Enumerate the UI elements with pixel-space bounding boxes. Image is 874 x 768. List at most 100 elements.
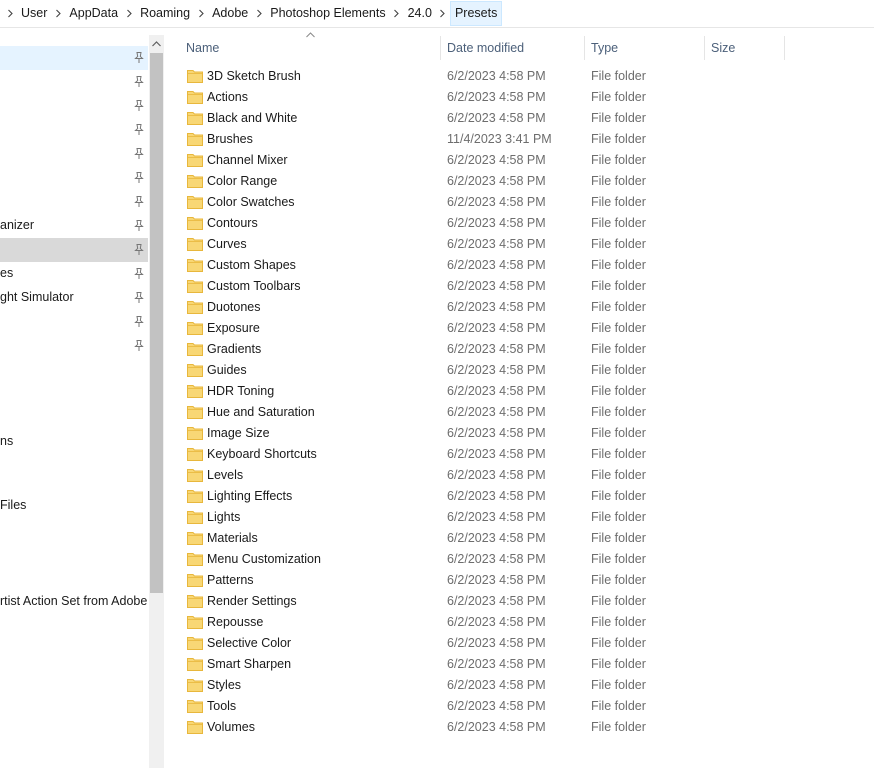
nav-item[interactable] bbox=[0, 166, 148, 190]
file-row[interactable]: 3D Sketch Brush 6/2/2023 4:58 PM File fold… bbox=[180, 66, 870, 87]
nav-item[interactable] bbox=[0, 70, 148, 94]
file-row[interactable]: Custom Toolbars 6/2/2023 4:58 PM File fold… bbox=[180, 276, 870, 297]
file-row[interactable]: Smart Sharpen 6/2/2023 4:58 PM File folder bbox=[180, 654, 870, 675]
column-header-name[interactable]: Name bbox=[180, 38, 436, 58]
folder-icon bbox=[187, 174, 203, 188]
file-row[interactable]: Lighting Effects 6/2/2023 4:58 PM File fol… bbox=[180, 486, 870, 507]
nav-item[interactable] bbox=[0, 238, 148, 262]
nav-item[interactable] bbox=[0, 190, 148, 214]
column-divider[interactable] bbox=[784, 36, 785, 60]
nav-item[interactable] bbox=[0, 406, 148, 430]
breadcrumb-item[interactable]: Presets bbox=[449, 1, 503, 26]
pin-icon[interactable] bbox=[133, 339, 145, 352]
column-header-size[interactable]: Size bbox=[705, 38, 781, 58]
file-row[interactable]: Hue and Saturation 6/2/2023 4:58 PM File f… bbox=[180, 402, 870, 423]
file-type: File folder bbox=[591, 216, 646, 230]
folder-icon bbox=[187, 342, 203, 356]
chevron-right-icon[interactable] bbox=[51, 0, 65, 27]
file-name: Materials bbox=[207, 531, 258, 545]
file-row[interactable]: Volumes 6/2/2023 4:58 PM File folder bbox=[180, 717, 870, 738]
file-row[interactable]: Channel Mixer 6/2/2023 4:58 PM File folder bbox=[180, 150, 870, 171]
pin-icon[interactable] bbox=[133, 75, 145, 88]
file-row[interactable]: Exposure 6/2/2023 4:58 PM File folder bbox=[180, 318, 870, 339]
nav-item[interactable] bbox=[0, 334, 148, 358]
nav-item[interactable] bbox=[0, 358, 148, 382]
navigation-pane: anizer es ght Simulator ns Files rtist Actio… bbox=[0, 28, 164, 768]
column-header-type[interactable]: Type bbox=[585, 38, 701, 58]
file-row[interactable]: Patterns 6/2/2023 4:58 PM File folder bbox=[180, 570, 870, 591]
file-row[interactable]: HDR Toning 6/2/2023 4:58 PM File folder bbox=[180, 381, 870, 402]
file-row[interactable]: Keyboard Shortcuts 6/2/2023 4:58 PM File f… bbox=[180, 444, 870, 465]
pin-icon[interactable] bbox=[133, 123, 145, 136]
file-row[interactable]: Selective Color 6/2/2023 4:58 PM File fold… bbox=[180, 633, 870, 654]
file-row[interactable]: Curves 6/2/2023 4:58 PM File folder bbox=[180, 234, 870, 255]
file-row[interactable]: Guides 6/2/2023 4:58 PM File folder bbox=[180, 360, 870, 381]
file-row[interactable]: Contours 6/2/2023 4:58 PM File folder bbox=[180, 213, 870, 234]
pin-icon[interactable] bbox=[133, 171, 145, 184]
file-type: File folder bbox=[591, 657, 646, 671]
nav-item-label: ght Simulator bbox=[0, 290, 74, 304]
chevron-right-icon[interactable] bbox=[390, 0, 404, 27]
nav-item[interactable]: es bbox=[0, 262, 148, 286]
nav-item[interactable]: anizer bbox=[0, 214, 148, 238]
file-row[interactable]: Black and White 6/2/2023 4:58 PM File fold… bbox=[180, 108, 870, 129]
nav-item[interactable]: Files bbox=[0, 494, 148, 518]
column-header-date-modified[interactable]: Date modified bbox=[441, 38, 582, 58]
file-row[interactable]: Tools 6/2/2023 4:58 PM File folder bbox=[180, 696, 870, 717]
pin-icon[interactable] bbox=[133, 51, 145, 64]
breadcrumb-item[interactable]: 24.0 bbox=[404, 1, 436, 26]
chevron-right-icon[interactable] bbox=[436, 0, 450, 27]
nav-item[interactable] bbox=[0, 94, 148, 118]
breadcrumb-item[interactable]: Roaming bbox=[136, 1, 194, 26]
pin-icon[interactable] bbox=[133, 315, 145, 328]
breadcrumb-item[interactable]: Adobe bbox=[208, 1, 252, 26]
nav-item[interactable] bbox=[0, 382, 148, 406]
chevron-right-icon[interactable] bbox=[252, 0, 266, 27]
file-row[interactable]: Lights 6/2/2023 4:58 PM File folder bbox=[180, 507, 870, 528]
nav-scrollbar[interactable] bbox=[149, 35, 164, 768]
file-row[interactable]: Color Range 6/2/2023 4:58 PM File folder bbox=[180, 171, 870, 192]
file-row[interactable]: Custom Shapes 6/2/2023 4:58 PM File folder bbox=[180, 255, 870, 276]
breadcrumb-item[interactable]: Photoshop Elements bbox=[266, 1, 389, 26]
pin-icon[interactable] bbox=[133, 99, 145, 112]
nav-item[interactable] bbox=[0, 454, 148, 478]
file-row[interactable]: Render Settings 6/2/2023 4:58 PM File fold… bbox=[180, 591, 870, 612]
chevron-right-icon[interactable] bbox=[122, 0, 136, 27]
nav-item[interactable] bbox=[0, 518, 148, 542]
file-row[interactable]: Styles 6/2/2023 4:58 PM File folder bbox=[180, 675, 870, 696]
chevron-right-icon[interactable] bbox=[194, 0, 208, 27]
scrollbar-thumb[interactable] bbox=[150, 53, 163, 593]
file-row[interactable]: Materials 6/2/2023 4:58 PM File folder bbox=[180, 528, 870, 549]
folder-icon bbox=[187, 510, 203, 524]
pin-icon[interactable] bbox=[133, 291, 145, 304]
breadcrumb-item[interactable]: AppData bbox=[65, 1, 122, 26]
pin-icon[interactable] bbox=[133, 195, 145, 208]
pin-icon[interactable] bbox=[133, 147, 145, 160]
scroll-up-arrow-icon[interactable] bbox=[149, 35, 164, 52]
pin-icon[interactable] bbox=[133, 219, 145, 232]
nav-item[interactable] bbox=[0, 310, 148, 334]
file-row[interactable]: Color Swatches 6/2/2023 4:58 PM File folde… bbox=[180, 192, 870, 213]
file-row[interactable]: Gradients 6/2/2023 4:58 PM File folder bbox=[180, 339, 870, 360]
breadcrumb-item[interactable]: User bbox=[17, 1, 51, 26]
nav-item[interactable]: ns bbox=[0, 430, 148, 454]
file-row[interactable]: Duotones 6/2/2023 4:58 PM File folder bbox=[180, 297, 870, 318]
nav-item[interactable]: rtist Action Set from Adobe C bbox=[0, 590, 160, 614]
file-row[interactable]: Repousse 6/2/2023 4:58 PM File folder bbox=[180, 612, 870, 633]
nav-item[interactable]: ght Simulator bbox=[0, 286, 148, 310]
nav-item[interactable] bbox=[0, 118, 148, 142]
file-type: File folder bbox=[591, 552, 646, 566]
file-row[interactable]: Brushes 11/4/2023 3:41 PM File folder bbox=[180, 129, 870, 150]
file-row[interactable]: Image Size 6/2/2023 4:58 PM File folder bbox=[180, 423, 870, 444]
pin-icon[interactable] bbox=[133, 267, 145, 280]
pin-icon[interactable] bbox=[133, 243, 145, 256]
nav-item[interactable] bbox=[0, 46, 148, 70]
file-row[interactable]: Menu Customization 6/2/2023 4:58 PM File f… bbox=[180, 549, 870, 570]
nav-item[interactable] bbox=[0, 142, 148, 166]
chevron-right-icon[interactable] bbox=[3, 0, 17, 27]
file-date-modified: 6/2/2023 4:58 PM bbox=[447, 279, 546, 293]
file-row[interactable]: Levels 6/2/2023 4:58 PM File folder bbox=[180, 465, 870, 486]
file-row[interactable]: Actions 6/2/2023 4:58 PM File folder bbox=[180, 87, 870, 108]
file-date-modified: 6/2/2023 4:58 PM bbox=[447, 594, 546, 608]
nav-item[interactable] bbox=[0, 542, 148, 566]
